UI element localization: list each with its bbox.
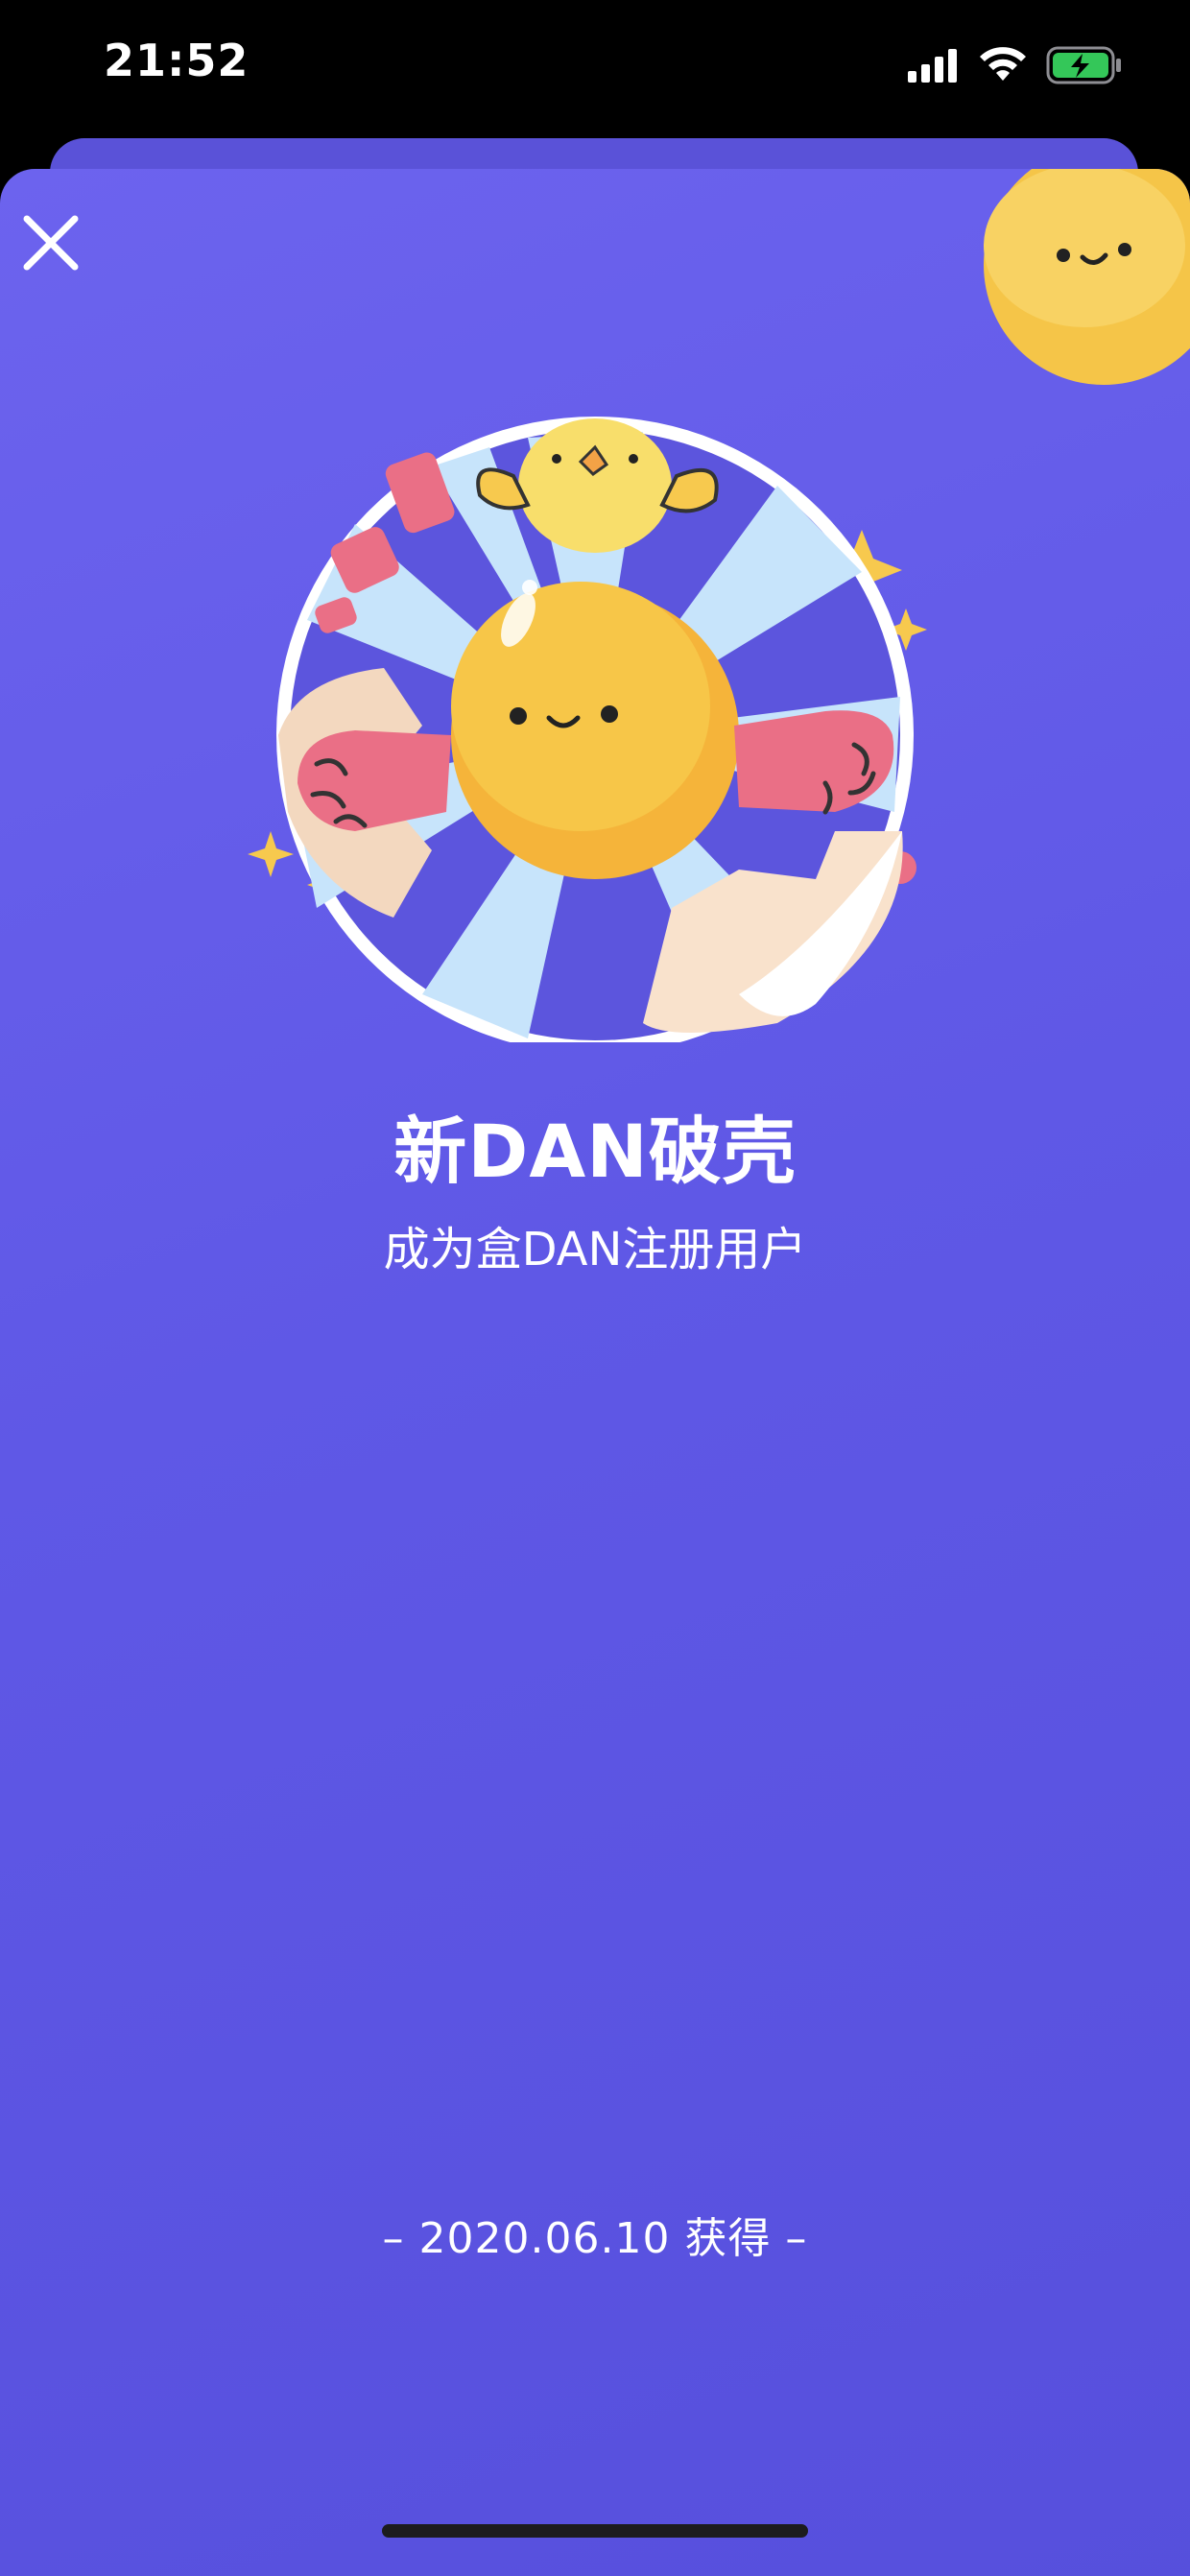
signal-icon <box>908 49 957 83</box>
badge-title: 新DAN破壳 <box>393 1109 797 1194</box>
close-button[interactable] <box>17 209 84 276</box>
home-indicator[interactable] <box>382 2524 808 2538</box>
wifi-icon <box>980 47 1026 81</box>
egg-mascot-icon <box>984 169 1190 385</box>
status-bar: 21:52 <box>0 0 1190 134</box>
status-time: 21:52 <box>104 35 250 86</box>
status-icons <box>906 42 1123 88</box>
badge-subtitle: 成为盒DAN注册用户 <box>383 1223 807 1276</box>
battery-charging-icon <box>1046 46 1121 84</box>
badge-illustration <box>248 417 927 1042</box>
earned-date: – 2020.06.10 获得 – <box>382 2214 808 2263</box>
badge-sheet: 新DAN破壳 成为盒DAN注册用户 – 2020.06.10 获得 – <box>0 169 1190 2576</box>
badge-detail-screen: 21:52 新DAN破壳 成为盒DAN注册用户 – 2020.06.10 获得 … <box>0 0 1190 2576</box>
close-icon <box>23 215 79 271</box>
